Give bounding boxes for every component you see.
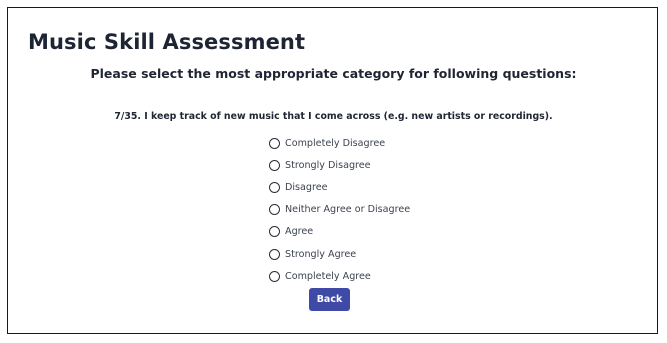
option-strongly-agree[interactable]: Strongly Agree [269,243,410,265]
back-button[interactable]: Back [309,288,350,311]
answer-options: Completely Disagree Strongly Disagree Di… [269,132,410,287]
radio-button[interactable] [269,204,280,216]
option-label: Disagree [285,181,328,193]
radio-button[interactable] [269,248,280,260]
radio-button[interactable] [269,137,280,149]
radio-button[interactable] [269,270,280,282]
option-completely-disagree[interactable]: Completely Disagree [269,132,410,154]
assessment-panel: Music Skill Assessment Please select the… [7,7,658,334]
option-label: Agree [285,226,314,238]
option-label: Strongly Agree [285,248,357,260]
question-text: 7/35. I keep track of new music that I c… [114,111,553,122]
option-label: Neither Agree or Disagree [285,204,411,216]
radio-button[interactable] [269,159,280,171]
option-agree[interactable]: Agree [269,221,410,243]
page-title: Music Skill Assessment [28,30,306,54]
option-strongly-disagree[interactable]: Strongly Disagree [269,154,410,176]
radio-button[interactable] [269,226,280,238]
option-completely-agree[interactable]: Completely Agree [269,265,410,287]
option-label: Strongly Disagree [285,159,371,171]
option-label: Completely Disagree [285,137,386,149]
radio-button[interactable] [269,181,280,193]
instructions-text: Please select the most appropriate categ… [90,66,577,81]
option-label: Completely Agree [285,270,371,282]
option-disagree[interactable]: Disagree [269,176,410,198]
option-neither-agree-or-disagree[interactable]: Neither Agree or Disagree [269,199,410,221]
